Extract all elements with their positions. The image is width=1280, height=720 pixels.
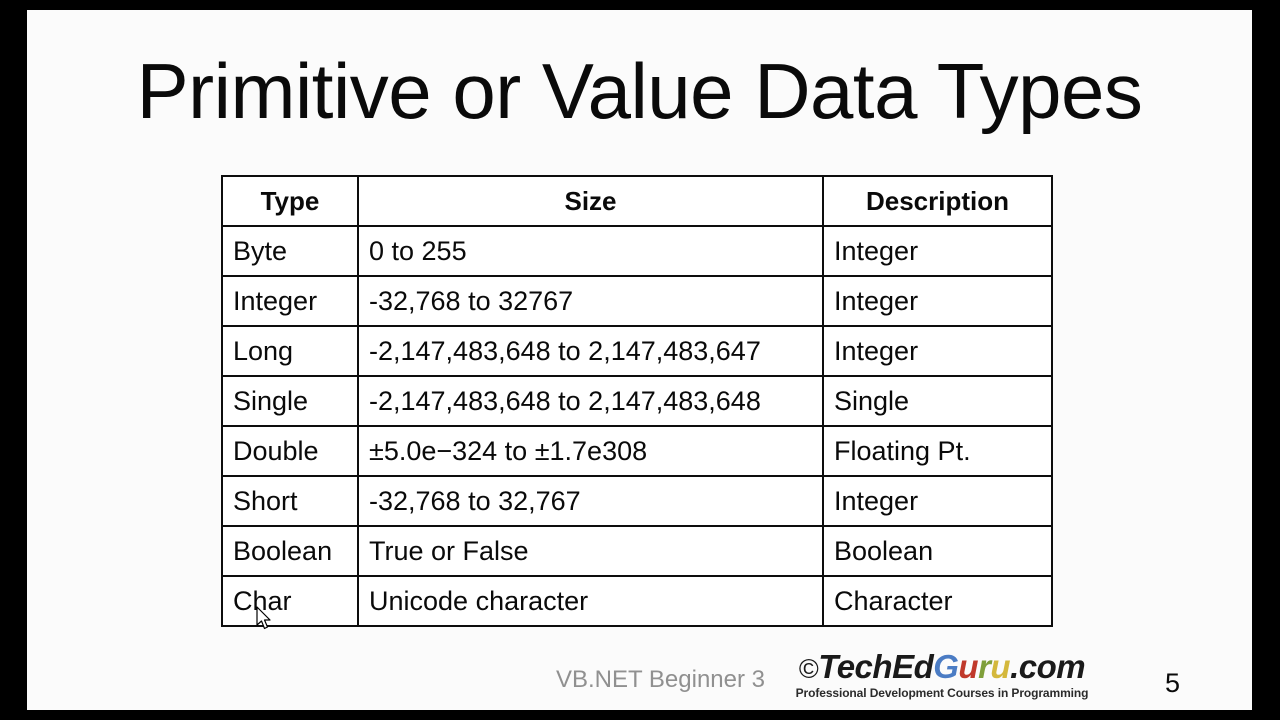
column-header-size: Size [357, 175, 824, 227]
cell-size: -2,147,483,648 to 2,147,483,647 [357, 325, 824, 377]
cell-description: Integer [822, 225, 1053, 277]
brand-name-teched: TechEd [818, 648, 934, 685]
brand-letter-r: r [978, 648, 991, 685]
table-row: Single -2,147,483,648 to 2,147,483,648 S… [221, 375, 1053, 427]
column-header-description: Description [822, 175, 1053, 227]
cell-size: -32,768 to 32767 [357, 275, 824, 327]
cell-size: ±5.0e−324 to ±1.7e308 [357, 425, 824, 477]
cell-type: Integer [221, 275, 359, 327]
cell-description: Integer [822, 275, 1053, 327]
table-row: Double ±5.0e−324 to ±1.7e308 Floating Pt… [221, 425, 1053, 477]
cell-description: Character [822, 575, 1053, 627]
table-header-row: Type Size Description [221, 175, 1053, 227]
cell-type: Char [221, 575, 359, 627]
brand-logo: ©TechEdGuru.com Professional Development… [782, 648, 1102, 700]
cell-description: Single [822, 375, 1053, 427]
cell-size: 0 to 255 [357, 225, 824, 277]
cell-size: -32,768 to 32,767 [357, 475, 824, 527]
column-header-type: Type [221, 175, 359, 227]
table-row: Char Unicode character Character [221, 575, 1053, 627]
copyright-icon: © [798, 654, 819, 684]
table-row: Short -32,768 to 32,767 Integer [221, 475, 1053, 527]
cell-type: Single [221, 375, 359, 427]
cell-description: Integer [822, 325, 1053, 377]
table-row: Boolean True or False Boolean [221, 525, 1053, 577]
cell-size: -2,147,483,648 to 2,147,483,648 [357, 375, 824, 427]
cell-type: Long [221, 325, 359, 377]
page-number: 5 [1165, 668, 1181, 698]
cell-size: True or False [357, 525, 824, 577]
brand-letter-g: G [933, 648, 959, 685]
course-label: VB.NET Beginner 3 [556, 666, 766, 693]
slide-canvas: Primitive or Value Data Types Type Size … [27, 10, 1252, 710]
cell-type: Double [221, 425, 359, 477]
data-types-table: Type Size Description Byte 0 to 255 Inte… [221, 175, 1053, 627]
brand-wordmark: ©TechEdGuru.com [782, 648, 1102, 685]
brand-name-dotcom: .com [1010, 648, 1086, 685]
cell-type: Short [221, 475, 359, 527]
table-row: Byte 0 to 255 Integer [221, 225, 1053, 277]
cell-type: Byte [221, 225, 359, 277]
cell-description: Boolean [822, 525, 1053, 577]
cell-size: Unicode character [357, 575, 824, 627]
page-title: Primitive or Value Data Types [136, 47, 1143, 135]
cell-type: Boolean [221, 525, 359, 577]
table-row: Long -2,147,483,648 to 2,147,483,647 Int… [221, 325, 1053, 377]
brand-tagline: Professional Development Courses in Prog… [795, 685, 1089, 700]
table-row: Integer -32,768 to 32767 Integer [221, 275, 1053, 327]
video-letterbox-frame: Primitive or Value Data Types Type Size … [0, 0, 1280, 720]
cell-description: Integer [822, 475, 1053, 527]
brand-letter-u1: u [958, 648, 979, 685]
cell-description: Floating Pt. [822, 425, 1053, 477]
brand-letter-u2: u [990, 648, 1011, 685]
